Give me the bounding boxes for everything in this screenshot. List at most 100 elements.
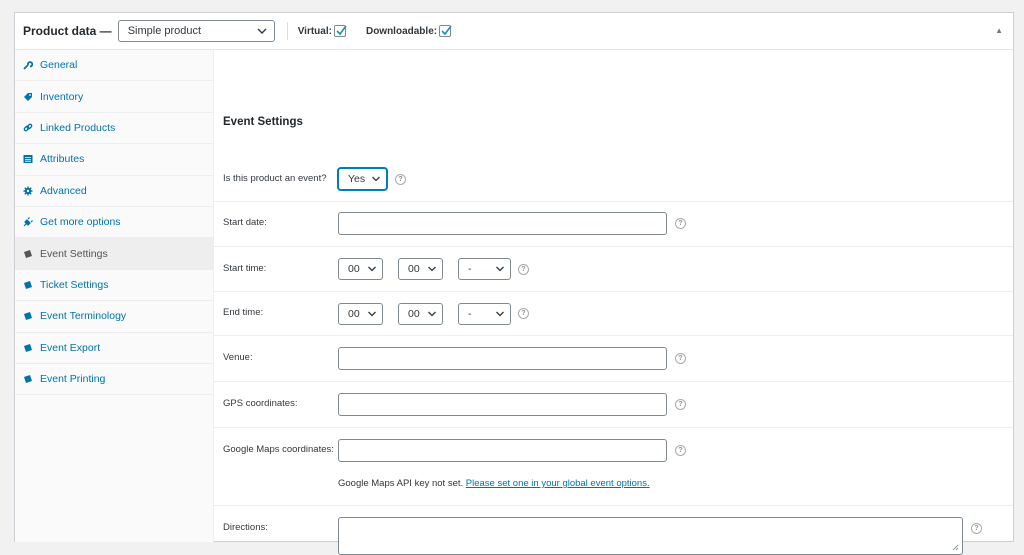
downloadable-checkbox-group: Downloadable: [365, 25, 452, 37]
virtual-checkbox-group: Virtual: [297, 25, 347, 37]
panel-toggle-icon[interactable]: ▲ [995, 26, 1003, 35]
tab-advanced[interactable]: Advanced [15, 176, 213, 207]
help-icon[interactable]: ? [675, 445, 686, 456]
tab-event-printing[interactable]: Event Printing [15, 364, 213, 396]
chevron-down-icon [496, 311, 504, 317]
maps-api-note: Google Maps API key not set. Please set … [338, 478, 650, 489]
tab-label: Event Terminology [40, 310, 127, 323]
tab-label: Get more options [40, 216, 121, 229]
tab-label: Ticket Settings [40, 278, 109, 291]
header-divider [286, 22, 288, 40]
event-settings-panel: Event Settings Is this product an event?… [214, 50, 1013, 555]
product-data-header: Product data — Simple product Virtual: D… [15, 13, 1013, 50]
tag-icon [23, 92, 33, 102]
chevron-down-icon [368, 311, 376, 317]
end-time-label: End time: [223, 307, 264, 318]
row-divider [214, 201, 1013, 202]
gps-input[interactable] [338, 393, 667, 416]
ticket-icon [23, 311, 33, 321]
tab-label: General [40, 59, 78, 72]
start-period-select[interactable]: - [458, 258, 511, 280]
start-hour-select[interactable]: 00 [338, 258, 383, 280]
checkmark-icon [441, 25, 452, 36]
help-icon[interactable]: ? [675, 353, 686, 364]
end-period-select[interactable]: - [458, 303, 511, 325]
end-minute-value: 00 [408, 308, 420, 320]
row-divider [214, 335, 1013, 336]
tab-inventory[interactable]: Inventory [15, 81, 213, 113]
help-icon[interactable]: ? [675, 218, 686, 229]
product-type-select[interactable]: Simple product [117, 20, 275, 42]
end-hour-value: 00 [348, 308, 360, 320]
help-icon[interactable]: ? [518, 308, 529, 319]
row-divider [214, 505, 1013, 506]
link-icon [23, 123, 33, 133]
google-maps-input[interactable] [338, 439, 667, 462]
tab-event-terminology[interactable]: Event Terminology [15, 301, 213, 333]
ticket-icon [23, 280, 33, 290]
downloadable-checkbox[interactable] [439, 25, 452, 37]
tab-linked-products[interactable]: Linked Products [15, 113, 213, 145]
tab-label: Linked Products [40, 121, 116, 134]
product-data-title: Product data — [23, 24, 112, 38]
tab-label: Inventory [40, 90, 84, 103]
chevron-down-icon [428, 311, 436, 317]
tab-get-more-options[interactable]: Get more options [15, 207, 213, 239]
end-period-value: - [468, 308, 472, 320]
venue-label: Venue: [223, 352, 253, 363]
chevron-down-icon [496, 266, 504, 272]
chevron-down-icon [372, 176, 380, 182]
tab-label: Advanced [40, 184, 87, 197]
product-data-panel: Product data — Simple product Virtual: D… [14, 12, 1014, 555]
tab-label: Attributes [40, 153, 85, 166]
start-period-value: - [468, 263, 472, 275]
start-time-label: Start time: [223, 263, 267, 274]
ticket-icon [23, 249, 33, 259]
section-title: Event Settings [223, 116, 303, 128]
virtual-label: Virtual: [297, 25, 332, 37]
tab-event-settings[interactable]: Event Settings [15, 238, 213, 270]
chevron-down-icon [257, 28, 267, 34]
wrench-icon [23, 60, 33, 70]
row-divider [214, 427, 1013, 428]
start-date-label: Start date: [223, 217, 267, 228]
resize-handle-icon[interactable] [952, 544, 959, 551]
row-divider [214, 381, 1013, 382]
venue-input[interactable] [338, 347, 667, 370]
is-event-select[interactable]: Yes [338, 168, 387, 190]
tab-attributes[interactable]: Attributes [15, 144, 213, 176]
virtual-checkbox[interactable] [333, 25, 347, 37]
product-data-tabs: General Inventory Linked Products Attrib… [15, 50, 214, 542]
global-event-options-link[interactable]: Please set one in your global event opti… [466, 478, 650, 489]
chevron-down-icon [428, 266, 436, 272]
list-icon [23, 154, 33, 164]
gps-label: GPS coordinates: [223, 398, 298, 409]
help-icon[interactable]: ? [395, 174, 406, 185]
tab-label: Event Printing [40, 373, 106, 386]
tab-event-export[interactable]: Event Export [15, 333, 213, 364]
directions-textarea[interactable] [338, 517, 963, 555]
help-icon[interactable]: ? [675, 399, 686, 410]
plugin-icon [23, 217, 33, 227]
ticket-icon [23, 374, 33, 384]
end-minute-select[interactable]: 00 [398, 303, 443, 325]
start-minute-value: 00 [408, 263, 420, 275]
ticket-icon [23, 343, 33, 353]
tab-label: Event Export [40, 341, 101, 354]
downloadable-label: Downloadable: [365, 25, 438, 37]
is-event-value: Yes [348, 173, 366, 185]
tab-label: Event Settings [40, 247, 108, 260]
tab-general[interactable]: General [15, 50, 213, 82]
product-type-value: Simple product [127, 25, 202, 37]
end-hour-select[interactable]: 00 [338, 303, 383, 325]
gear-icon [23, 186, 33, 196]
start-minute-select[interactable]: 00 [398, 258, 443, 280]
checkmark-icon [336, 25, 347, 36]
row-divider [214, 291, 1013, 292]
chevron-down-icon [368, 266, 376, 272]
tab-ticket-settings[interactable]: Ticket Settings [15, 270, 213, 302]
maps-api-note-text: Google Maps API key not set. [338, 478, 464, 489]
start-date-input[interactable] [338, 212, 667, 235]
help-icon[interactable]: ? [518, 264, 529, 275]
google-maps-label: Google Maps coordinates: [223, 444, 334, 455]
